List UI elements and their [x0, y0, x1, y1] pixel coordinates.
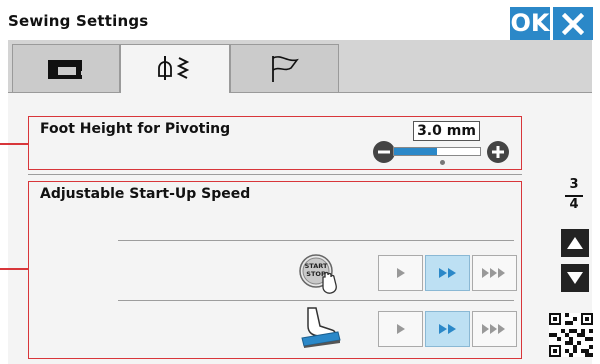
foot-pedal-icon — [298, 306, 342, 348]
tab-flag[interactable] — [230, 44, 339, 92]
button-speed-fast-option[interactable] — [472, 255, 517, 291]
page-current: 3 — [569, 177, 579, 192]
slider-marker — [440, 160, 445, 165]
close-icon — [562, 13, 584, 35]
start-text: START — [305, 262, 328, 270]
foot-height-value: 3.0 mm — [413, 121, 480, 141]
decrease-button[interactable] — [373, 141, 395, 163]
row-divider-top — [118, 240, 514, 241]
close-button[interactable] — [553, 7, 593, 40]
sewing-machine-icon — [48, 59, 82, 79]
plus-icon — [492, 146, 504, 158]
foot-height-label: Foot Height for Pivoting — [40, 121, 231, 137]
increase-button[interactable] — [487, 141, 509, 163]
slider-fill — [394, 148, 437, 155]
section-divider — [28, 174, 522, 175]
play-fast-icon — [481, 324, 505, 334]
foot-height-slider[interactable] — [393, 147, 481, 156]
window-title: Sewing Settings — [8, 12, 149, 30]
play-slow-icon — [396, 268, 405, 278]
startup-speed-label: Adjustable Start-Up Speed — [40, 186, 251, 202]
button-speed-medium-option[interactable] — [425, 255, 470, 291]
button-speed-slow-option[interactable] — [378, 255, 423, 291]
page-total: 4 — [569, 197, 579, 212]
tab-sewing-machine[interactable] — [12, 44, 120, 92]
page-up-button[interactable] — [561, 229, 589, 257]
triangle-up-icon — [567, 237, 583, 249]
play-slow-icon — [396, 324, 405, 334]
pedal-speed-fast-option[interactable] — [472, 311, 517, 347]
play-fast-icon — [481, 268, 505, 278]
pedal-speed-medium-option[interactable] — [425, 311, 470, 347]
page-down-button[interactable] — [561, 264, 589, 292]
play-medium-icon — [438, 268, 456, 278]
ok-button[interactable]: OK — [510, 7, 550, 40]
presser-foot-stitch-icon — [158, 56, 190, 80]
tab-bar — [8, 40, 592, 93]
flag-icon — [271, 55, 299, 82]
play-medium-icon — [438, 324, 456, 334]
triangle-down-icon — [567, 272, 583, 284]
title-bar: Sewing Settings OK — [0, 0, 600, 40]
qr-code-icon — [549, 313, 593, 357]
row-divider-bottom — [118, 300, 514, 301]
pedal-speed-slow-option[interactable] — [378, 311, 423, 347]
minus-icon — [378, 150, 390, 154]
callout-line-foot-height — [0, 143, 28, 145]
callout-line-startup-speed — [0, 268, 28, 270]
start-stop-button-icon: START STOP — [297, 253, 339, 295]
tab-stitch-settings[interactable] — [120, 44, 230, 93]
